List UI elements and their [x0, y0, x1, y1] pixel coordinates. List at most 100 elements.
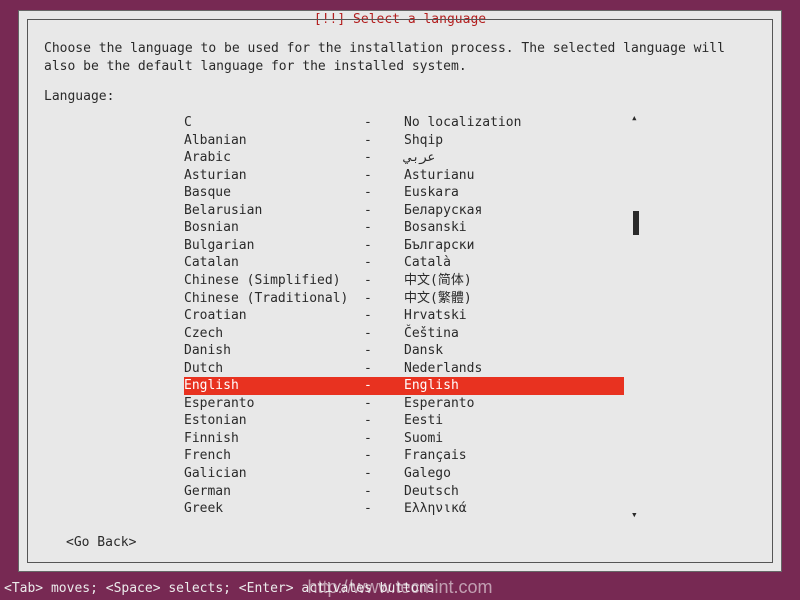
installer-screen: [!!] Select a language Choose the langua… — [0, 0, 800, 600]
language-native: 中文(简体) — [404, 272, 624, 290]
language-name: Arabic — [184, 149, 364, 167]
separator: - — [364, 237, 404, 255]
language-option[interactable]: Dutch-Nederlands — [184, 360, 624, 378]
language-option[interactable]: Croatian-Hrvatski — [184, 307, 624, 325]
language-name: Danish — [184, 342, 364, 360]
language-native: Ελληνικά — [404, 500, 624, 518]
language-option[interactable]: Czech-Čeština — [184, 325, 624, 343]
separator: - — [364, 254, 404, 272]
language-option[interactable]: C-No localization — [184, 114, 624, 132]
language-option[interactable]: Danish-Dansk — [184, 342, 624, 360]
language-name: Finnish — [184, 430, 364, 448]
separator: - — [364, 219, 404, 237]
language-name: French — [184, 447, 364, 465]
language-option[interactable]: Estonian-Eesti — [184, 412, 624, 430]
separator: - — [364, 342, 404, 360]
language-name: English — [184, 377, 364, 395]
language-native: Français — [404, 447, 624, 465]
language-name: Bosnian — [184, 219, 364, 237]
separator: - — [364, 395, 404, 413]
separator: - — [364, 412, 404, 430]
scroll-up-icon[interactable]: ▴ — [631, 112, 638, 123]
language-label: Language: — [44, 89, 756, 104]
language-native: Esperanto — [404, 395, 624, 413]
language-native: Euskara — [404, 184, 624, 202]
language-native: Беларуская — [404, 202, 624, 220]
language-name: Estonian — [184, 412, 364, 430]
language-native: Shqip — [404, 132, 624, 150]
language-name: Chinese (Simplified) — [184, 272, 364, 290]
language-native: Hrvatski — [404, 307, 624, 325]
language-option[interactable]: Arabic-عربي — [184, 149, 624, 167]
separator: - — [364, 114, 404, 132]
separator: - — [364, 184, 404, 202]
language-option[interactable]: Greek-Ελληνικά — [184, 500, 624, 518]
separator: - — [364, 447, 404, 465]
dialog-inner: Choose the language to be used for the i… — [27, 19, 773, 563]
language-native: عربي — [404, 149, 624, 167]
language-name: Asturian — [184, 167, 364, 185]
language-native: Suomi — [404, 430, 624, 448]
language-native: Dansk — [404, 342, 624, 360]
language-option[interactable]: French-Français — [184, 447, 624, 465]
language-native: Eesti — [404, 412, 624, 430]
language-name: Czech — [184, 325, 364, 343]
language-name: Bulgarian — [184, 237, 364, 255]
separator: - — [364, 500, 404, 518]
separator: - — [364, 325, 404, 343]
language-name: Chinese (Traditional) — [184, 290, 364, 308]
language-native: No localization — [404, 114, 624, 132]
instructions-text: Choose the language to be used for the i… — [44, 40, 756, 75]
language-option[interactable]: Catalan-Català — [184, 254, 624, 272]
language-option[interactable]: Chinese (Simplified)-中文(简体) — [184, 272, 624, 290]
separator: - — [364, 307, 404, 325]
separator: - — [364, 377, 404, 395]
separator: - — [364, 483, 404, 501]
language-name: German — [184, 483, 364, 501]
language-name: Belarusian — [184, 202, 364, 220]
language-option[interactable]: Finnish-Suomi — [184, 430, 624, 448]
language-native: Čeština — [404, 325, 624, 343]
separator: - — [364, 167, 404, 185]
language-name: C — [184, 114, 364, 132]
language-option[interactable]: Esperanto-Esperanto — [184, 395, 624, 413]
separator: - — [364, 360, 404, 378]
language-option[interactable]: Asturian-Asturianu — [184, 167, 624, 185]
language-option[interactable]: German-Deutsch — [184, 483, 624, 501]
language-option[interactable]: Basque-Euskara — [184, 184, 624, 202]
language-native: 中文(繁體) — [404, 290, 624, 308]
separator: - — [364, 149, 404, 167]
scrollbar[interactable]: ▴ ▾ — [632, 114, 640, 518]
language-native: Bosanski — [404, 219, 624, 237]
scroll-thumb[interactable] — [633, 211, 639, 235]
language-name: Albanian — [184, 132, 364, 150]
language-name: Basque — [184, 184, 364, 202]
status-bar: <Tab> moves; <Space> selects; <Enter> ac… — [0, 581, 800, 596]
language-native: Nederlands — [404, 360, 624, 378]
language-native: Català — [404, 254, 624, 272]
go-back-button[interactable]: <Go Back> — [66, 535, 136, 550]
language-name: Galician — [184, 465, 364, 483]
scroll-down-icon[interactable]: ▾ — [631, 509, 638, 520]
language-name: Dutch — [184, 360, 364, 378]
language-native: English — [404, 377, 624, 395]
separator: - — [364, 290, 404, 308]
separator: - — [364, 202, 404, 220]
language-name: Catalan — [184, 254, 364, 272]
language-native: Deutsch — [404, 483, 624, 501]
separator: - — [364, 132, 404, 150]
language-option[interactable]: Galician-Galego — [184, 465, 624, 483]
language-list[interactable]: C-No localizationAlbanian-ShqipArabic-عر… — [184, 114, 624, 518]
separator: - — [364, 430, 404, 448]
language-name: Croatian — [184, 307, 364, 325]
language-option[interactable]: Chinese (Traditional)-中文(繁體) — [184, 290, 624, 308]
language-native: Български — [404, 237, 624, 255]
language-option[interactable]: Albanian-Shqip — [184, 132, 624, 150]
language-option[interactable]: Bosnian-Bosanski — [184, 219, 624, 237]
separator: - — [364, 465, 404, 483]
language-native: Galego — [404, 465, 624, 483]
language-option[interactable]: Belarusian-Беларуская — [184, 202, 624, 220]
language-name: Greek — [184, 500, 364, 518]
language-option[interactable]: Bulgarian-Български — [184, 237, 624, 255]
language-option[interactable]: English-English — [184, 377, 624, 395]
